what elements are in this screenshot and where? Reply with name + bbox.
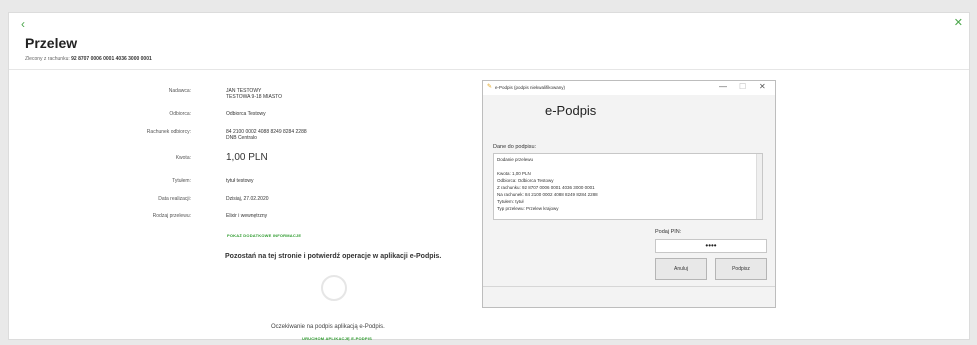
waiting-status: Oczekiwanie na podpis aplikacją e-Podpis…	[271, 324, 385, 330]
loading-spinner	[321, 275, 347, 301]
window-close-icon[interactable]: ✕	[759, 82, 766, 91]
subtitle-account: 92 8707 0006 0001 4036 3000 0001	[71, 56, 152, 62]
pin-label: Podaj PIN:	[655, 229, 682, 235]
confirm-instruction: Pozostań na tej stronie i potwierdź oper…	[225, 253, 442, 260]
dialog-footer-divider	[483, 286, 775, 287]
pin-input[interactable]: ••••	[655, 239, 767, 253]
subtitle-prefix: Zlecony z rachunku:	[25, 56, 70, 62]
pen-icon: ✎	[487, 84, 493, 90]
label-amount: Kwota:	[175, 155, 191, 161]
label-recipient-account: Rachunek odbiorcy:	[146, 129, 191, 135]
value-execution-date: Dzisiaj, 27.02.2020	[226, 196, 269, 202]
value-recipient-bank: DNB Centralo	[226, 135, 257, 141]
value-title: tytuł testowy	[226, 178, 254, 184]
sign-line: Na rachunek: 84 2100 0002 4088 8249 8284…	[497, 192, 598, 197]
sign-line: Kwota: 1,00 PLN	[497, 171, 531, 176]
cancel-button[interactable]: Anuluj	[655, 258, 707, 280]
sign-line: Z rachunku: 92 8707 0006 0001 4036 3000 …	[497, 185, 595, 190]
back-chevron-icon[interactable]: ‹	[21, 17, 25, 31]
epodpis-dialog: ✎ e-Podpis (podpis niekwalifikowany) — ☐…	[482, 80, 776, 308]
sign-data-scrollbar[interactable]	[756, 154, 762, 219]
page-title: Przelew	[25, 35, 78, 51]
label-sender: Nadawca:	[168, 88, 191, 94]
label-title: Tytułem:	[172, 178, 191, 184]
dialog-window-title: e-Podpis (podpis niekwalifikowany)	[495, 85, 566, 90]
sign-button[interactable]: Podpisz	[715, 258, 767, 280]
sign-data-textarea[interactable]: Dodanie przelewu Kwota: 1,00 PLN Odbiorc…	[493, 153, 763, 220]
sign-data-label: Dane do podpisu:	[493, 144, 537, 150]
sign-line: Odbiorca: Odbiorca Testowy	[497, 178, 554, 183]
value-amount: 1,00 PLN	[226, 152, 268, 163]
page-subtitle: Zlecony z rachunku: 92 8707 0006 0001 40…	[25, 56, 152, 62]
label-transfer-type: Rodzaj przelewu:	[152, 213, 191, 219]
launch-epodpis-link[interactable]: URUCHOM APLIKACJĘ E-PODPIS	[302, 336, 372, 341]
minimize-icon[interactable]: —	[719, 82, 727, 91]
sign-line: Typ przelewu: Przelew krajowy	[497, 206, 559, 211]
dialog-heading: e-Podpis	[545, 103, 597, 118]
value-sender-address: TESTOWA 9-18 MIASTO	[226, 94, 283, 100]
value-recipient: Odbiorca Testowy	[226, 111, 266, 117]
show-more-info-link[interactable]: POKAŻ DODATKOWE INFORMACJE	[227, 233, 301, 238]
sign-line: Tytułem: tytuł	[497, 199, 524, 204]
sign-line: Dodanie przelewu	[497, 157, 534, 162]
label-execution-date: Data realizacji:	[158, 196, 191, 202]
value-transfer-type: Elixir i wewnętrzny	[226, 213, 268, 219]
maximize-icon[interactable]: ☐	[739, 82, 746, 91]
close-icon[interactable]: ✕	[954, 16, 963, 29]
header-divider	[9, 69, 969, 70]
dialog-titlebar[interactable]: ✎ e-Podpis (podpis niekwalifikowany) — ☐…	[483, 81, 775, 95]
label-recipient: Odbiorca:	[169, 111, 191, 117]
